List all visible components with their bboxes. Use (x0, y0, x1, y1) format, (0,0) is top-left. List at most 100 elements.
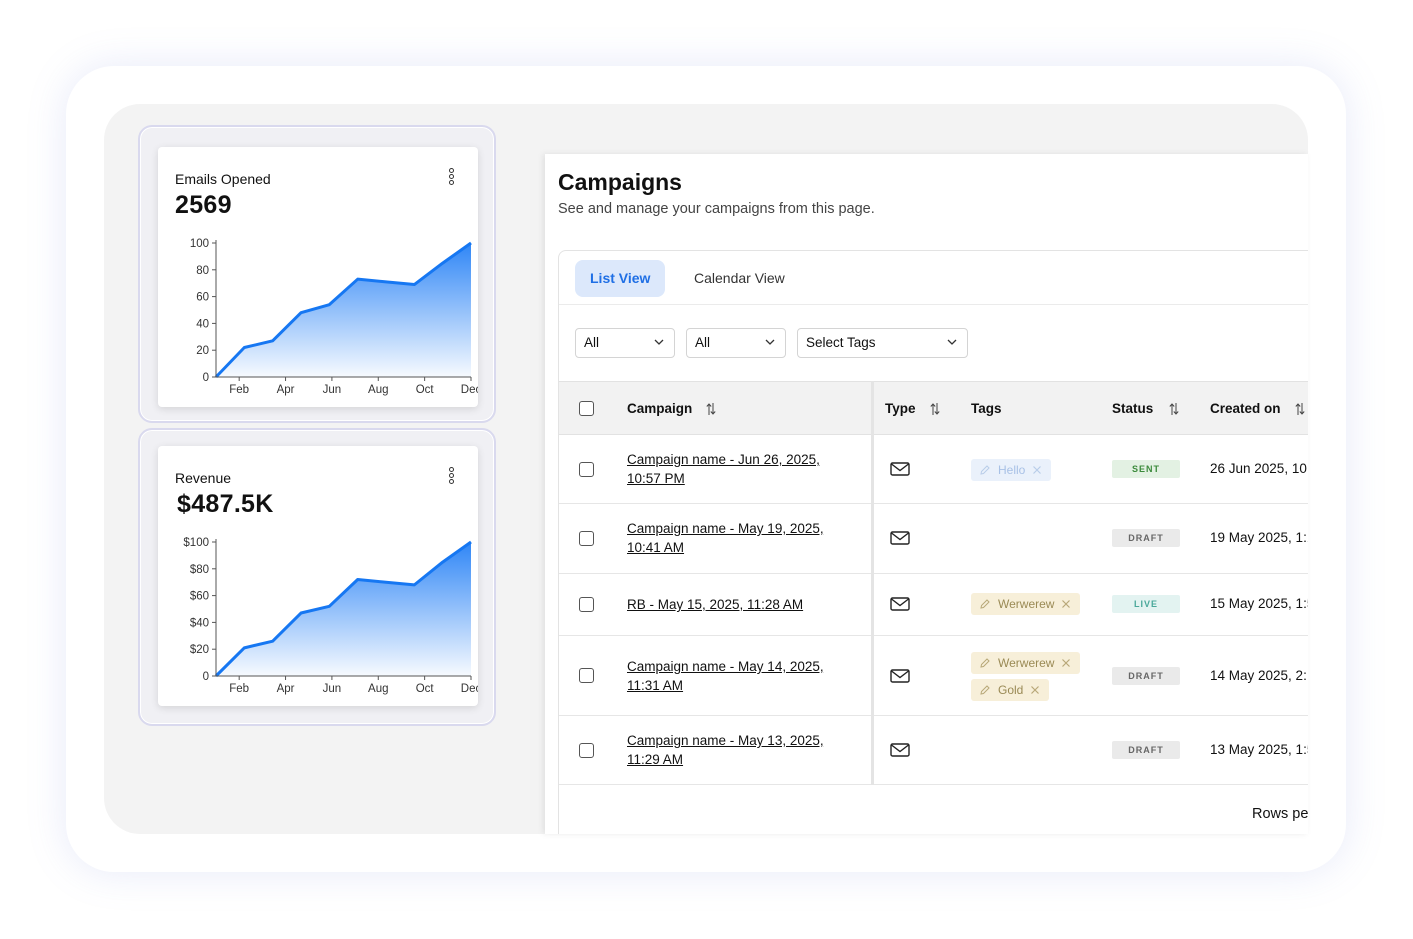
created-date: 19 May 2025, 1:1 (1210, 530, 1308, 545)
email-icon (890, 597, 910, 611)
column-tags: Tags (971, 401, 1002, 416)
table-row[interactable]: Campaign name - May 19, 2025, 10:41 AM DR… (559, 504, 1308, 574)
y-tick-label: $20 (190, 644, 209, 656)
emails-opened-chart: 100 80 60 40 20 0 Feb Apr Jun Aug Oct Dec (190, 238, 478, 396)
tag-label: Werwerew (998, 597, 1055, 611)
column-divider (871, 381, 874, 785)
row-checkbox[interactable] (579, 462, 594, 477)
column-type[interactable]: Type (885, 382, 916, 436)
filter-select-value: All (584, 335, 600, 350)
y-tick-label: 100 (190, 238, 209, 250)
campaign-link[interactable]: Campaign name - May 13, 2025, 11:29 AM (627, 731, 847, 769)
created-date: 26 Jun 2025, 10 (1210, 461, 1307, 476)
campaign-link[interactable]: RB - May 15, 2025, 11:28 AM (627, 595, 847, 614)
revenue-chart: $100 $80 $60 $40 $20 0 Feb Apr Jun Aug Oct Dec (183, 537, 478, 695)
x-tick-label: Apr (277, 683, 295, 695)
created-date: 13 May 2025, 1:5 (1210, 742, 1308, 757)
pencil-icon (980, 599, 990, 609)
page-title: Campaigns (558, 169, 682, 195)
select-all-checkbox[interactable] (579, 401, 594, 416)
tags-select[interactable]: Select Tags (797, 328, 968, 358)
x-tick-label: Jun (323, 683, 342, 695)
email-icon (890, 531, 910, 545)
y-tick-label: $100 (183, 537, 209, 549)
table-row[interactable]: RB - May 15, 2025, 11:28 AM Werwerew LIV… (559, 574, 1308, 636)
y-tick-label: $40 (190, 617, 209, 629)
x-tick-label: Feb (229, 683, 249, 695)
filter-select-2[interactable]: All (686, 328, 786, 358)
y-tick-label: 0 (203, 372, 209, 384)
sort-icon[interactable] (1169, 402, 1179, 416)
column-status[interactable]: Status (1112, 382, 1153, 436)
tab-list-view[interactable]: List View (575, 260, 666, 297)
campaign-link[interactable]: Campaign name - May 14, 2025, 11:31 AM (627, 657, 847, 695)
y-tick-label: 20 (196, 345, 209, 357)
revenue-widget: Revenue $487.5K $100 $80 $60 $40 $20 0 Feb Apr J… (138, 428, 496, 726)
column-created-on[interactable]: Created on (1210, 382, 1281, 436)
tags-select-value: Select Tags (806, 335, 876, 350)
x-tick-label: Apr (277, 384, 295, 396)
chart-card: Revenue $487.5K $100 $80 $60 $40 $20 0 Feb Apr J… (158, 446, 478, 706)
chevron-down-icon (654, 339, 664, 345)
tab-calendar-view[interactable]: Calendar View (679, 260, 800, 297)
row-checkbox[interactable] (579, 668, 594, 683)
campaign-link[interactable]: Campaign name - Jun 26, 2025, 10:57 PM (627, 450, 847, 488)
remove-tag-icon[interactable] (1061, 599, 1071, 609)
tag-label: Gold (998, 683, 1024, 697)
emails-opened-widget: Emails Opened 2569 100 80 60 40 20 0 Feb Apr Jun… (138, 125, 496, 423)
y-tick-label: 60 (196, 292, 209, 304)
email-icon (890, 462, 910, 476)
status-badge: LIVE (1112, 595, 1180, 613)
tag-chip: Gold (971, 679, 1050, 701)
x-tick-label: Oct (416, 683, 435, 695)
remove-tag-icon[interactable] (1030, 685, 1040, 695)
page-subtitle: See and manage your campaigns from this … (558, 201, 875, 217)
row-checkbox[interactable] (579, 743, 594, 758)
campaigns-card: List View Calendar View All All Select T… (558, 250, 1308, 834)
tag-chip: Werwerew (971, 593, 1081, 615)
campaigns-panel: Campaigns See and manage your campaigns … (545, 154, 1308, 834)
email-icon (890, 743, 910, 757)
sort-icon[interactable] (1295, 402, 1305, 416)
area-fill (216, 542, 471, 676)
table-row[interactable]: Campaign name - May 13, 2025, 11:29 AM DR… (559, 716, 1308, 785)
x-tick-label: Dec (461, 683, 478, 695)
y-tick-label: 0 (203, 671, 209, 683)
remove-tag-icon[interactable] (1061, 658, 1071, 668)
remove-tag-icon[interactable] (1032, 465, 1042, 475)
tag-chip: Hello (971, 459, 1052, 481)
x-tick-label: Feb (229, 384, 249, 396)
email-icon (890, 669, 910, 683)
y-tick-label: $80 (190, 564, 209, 576)
filter-select-1[interactable]: All (575, 328, 675, 358)
x-tick-label: Dec (461, 384, 478, 396)
campaign-link[interactable]: Campaign name - May 19, 2025, 10:41 AM (627, 519, 847, 557)
sort-icon[interactable] (706, 402, 716, 416)
pencil-icon (980, 658, 990, 668)
column-campaign[interactable]: Campaign (627, 382, 692, 436)
table-row[interactable]: Campaign name - Jun 26, 2025, 10:57 PM He… (559, 435, 1308, 504)
y-tick-label: $60 (190, 591, 209, 603)
x-tick-label: Aug (368, 683, 388, 695)
filter-select-value: All (695, 335, 711, 350)
y-tick-label: 40 (196, 318, 209, 330)
y-tick-label: 80 (196, 265, 209, 277)
tag-chip: Werwerew (971, 652, 1081, 674)
sort-icon[interactable] (930, 402, 940, 416)
row-checkbox[interactable] (579, 597, 594, 612)
status-badge: DRAFT (1112, 741, 1180, 759)
chevron-down-icon (947, 339, 957, 345)
table-row[interactable]: Campaign name - May 14, 2025, 11:31 AM We… (559, 636, 1308, 716)
table-header: Campaign Type Tags Status Created on (559, 381, 1308, 435)
rows-per-page-label: Rows pe (1252, 806, 1308, 822)
row-checkbox[interactable] (579, 531, 594, 546)
pencil-icon (980, 465, 990, 475)
chart-card: Emails Opened 2569 100 80 60 40 20 0 Feb Apr Jun… (158, 147, 478, 407)
chevron-down-icon (765, 339, 775, 345)
created-date: 15 May 2025, 1:5 (1210, 596, 1308, 611)
status-badge: DRAFT (1112, 667, 1180, 685)
tag-label: Werwerew (998, 656, 1055, 670)
x-tick-label: Aug (368, 384, 388, 396)
x-tick-label: Oct (416, 384, 435, 396)
area-fill (216, 243, 471, 377)
